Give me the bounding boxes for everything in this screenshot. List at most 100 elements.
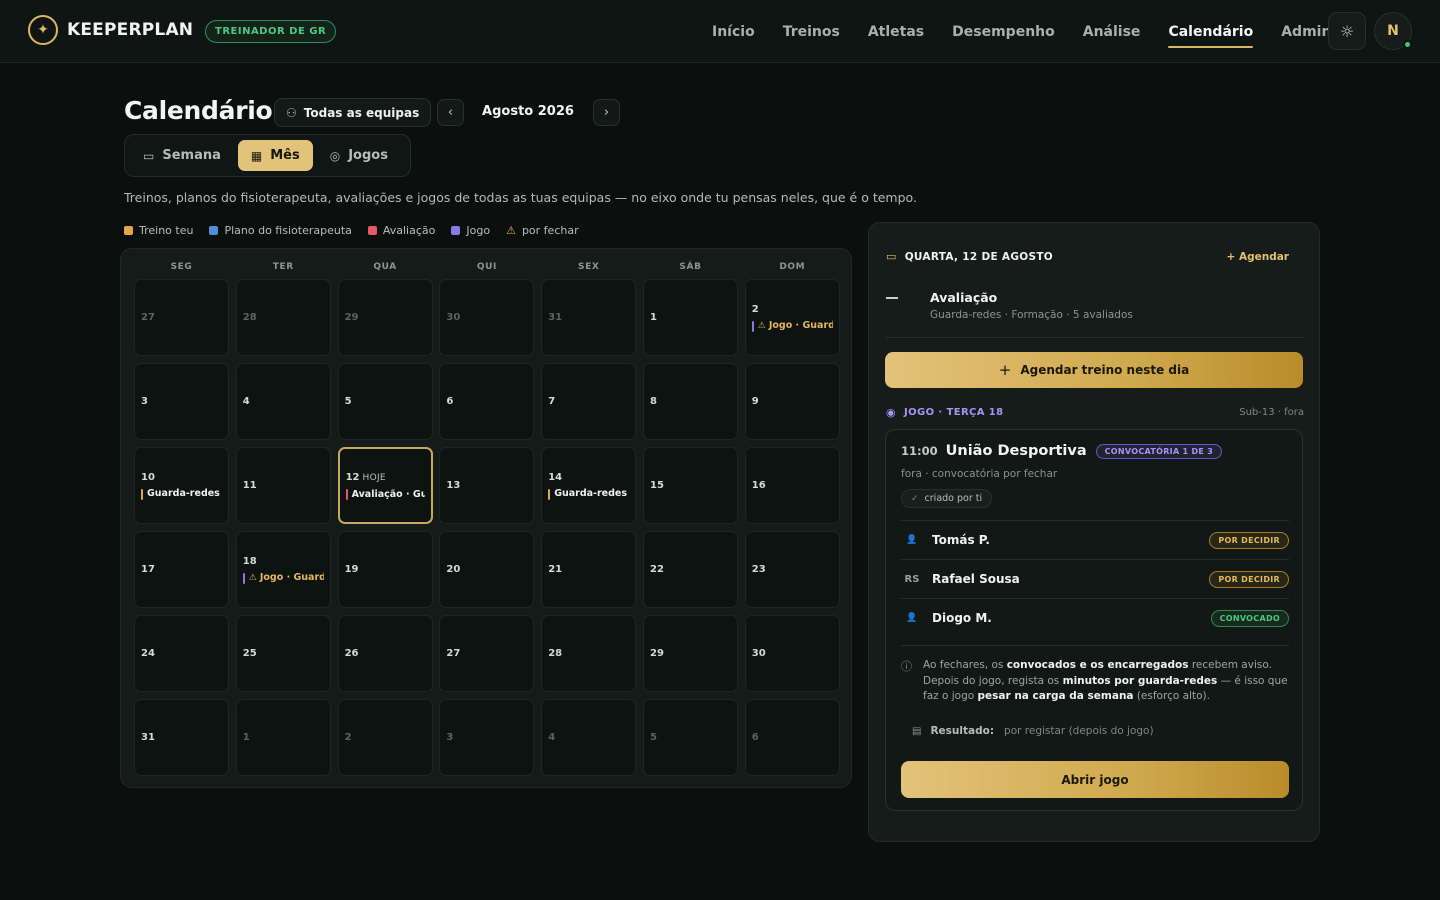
open-game-button[interactable]: Abrir jogo bbox=[901, 761, 1289, 798]
day-number: 5 bbox=[345, 395, 426, 408]
next-month-button[interactable]: › bbox=[593, 99, 620, 126]
calendar-day[interactable]: 4 bbox=[235, 363, 331, 440]
calendar-event-chip[interactable]: Guarda-redes · Sub-13 bbox=[141, 488, 222, 500]
calendar-event-chip[interactable]: ⚠Jogo · Guarda-redes bbox=[751, 320, 833, 332]
role-badge: TREINADOR DE GR bbox=[205, 20, 337, 43]
calendar-day[interactable]: 14 Guarda-redes · Sub-13 bbox=[541, 447, 637, 524]
weekday-label: QUI bbox=[476, 262, 497, 272]
day-number-value: 28 bbox=[242, 312, 257, 323]
game-result: ▤ Resultado: por registar (depois do jog… bbox=[912, 725, 1154, 737]
calendar-day[interactable]: 11 bbox=[235, 447, 331, 524]
calendar-day[interactable]: 30 bbox=[439, 279, 535, 356]
calendar-day[interactable]: 29 bbox=[642, 615, 738, 692]
calendar-day[interactable]: 22 bbox=[642, 531, 738, 608]
calendar-day[interactable]: 2 ⚠Jogo · Guarda-redes bbox=[744, 279, 840, 356]
game-section-label: ◉ JOGO · TERÇA 18 bbox=[886, 406, 1004, 419]
legend-swatch bbox=[451, 226, 461, 235]
calendar-day[interactable]: 31 bbox=[541, 279, 637, 356]
calendar-day[interactable]: 15 bbox=[642, 447, 738, 524]
prev-month-button[interactable]: ‹ bbox=[437, 99, 464, 126]
calendar-day[interactable]: 8 bbox=[642, 363, 738, 440]
calendar-day[interactable]: 20 bbox=[439, 531, 535, 608]
calendar-day[interactable]: 5 bbox=[642, 699, 738, 776]
calendar-icon: ▭ bbox=[886, 250, 897, 263]
calendar-day[interactable]: 10 Guarda-redes · Sub-13 bbox=[134, 447, 229, 524]
warning-icon: ⚠ bbox=[506, 224, 516, 237]
legend-item-pending: ⚠ por fechar bbox=[506, 224, 579, 237]
user-avatar[interactable]: N bbox=[1374, 12, 1412, 50]
view-week-button[interactable]: ▭ Semana bbox=[130, 140, 234, 171]
player-status-badge[interactable]: POR DECIDIR bbox=[1209, 531, 1289, 549]
day-event-item[interactable]: Avaliação Guarda-redes · Formação · 5 av… bbox=[886, 288, 1304, 338]
calendar-day[interactable]: 27 bbox=[134, 279, 229, 356]
info-part-bold: convocados e os encarregados bbox=[1006, 659, 1189, 671]
day-number: 31 bbox=[141, 731, 222, 744]
calendar-day[interactable]: 26 bbox=[337, 615, 433, 692]
calendar-day[interactable]: 17 bbox=[134, 531, 229, 608]
calendar-day[interactable]: 24 bbox=[134, 615, 229, 692]
calendar-event-chip[interactable]: Avaliação · Guarda-redes bbox=[345, 489, 425, 501]
day-number-value: 3 bbox=[141, 396, 148, 407]
calendar-day[interactable]: 3 bbox=[439, 699, 535, 776]
day-number: 4 bbox=[243, 395, 324, 408]
calendar-day[interactable]: 6 bbox=[439, 363, 535, 440]
day-number-value: 16 bbox=[751, 480, 766, 491]
calendar-day[interactable]: 30 bbox=[744, 615, 840, 692]
calendar-day[interactable]: 2 bbox=[337, 699, 433, 776]
calendar-event-chip[interactable]: ⚠Jogo · Guarda-redes bbox=[242, 572, 324, 584]
day-number: 3 bbox=[446, 731, 527, 744]
player-row[interactable]: 👤 Diogo M. CONVOCADO bbox=[901, 598, 1289, 637]
day-number: 21 bbox=[548, 563, 629, 576]
calendar-day[interactable]: 19 bbox=[337, 531, 433, 608]
calendar-day-today[interactable]: 12HOJE Avaliação · Guarda-redes bbox=[337, 447, 433, 524]
calendar-day[interactable]: 31 bbox=[134, 699, 229, 776]
calendar-day[interactable]: 23 bbox=[744, 531, 840, 608]
chevron-left-icon: ‹ bbox=[447, 105, 454, 120]
calendar-day[interactable]: 7 bbox=[541, 363, 637, 440]
nav-item-inicio[interactable]: Início bbox=[712, 24, 755, 40]
day-number: 27 bbox=[446, 647, 527, 660]
user-icon: 👤 bbox=[906, 613, 918, 623]
day-number-value: 27 bbox=[141, 312, 155, 323]
view-month-button[interactable]: ▦ Mês bbox=[237, 140, 313, 171]
player-status-badge[interactable]: CONVOCADO bbox=[1210, 609, 1289, 627]
calendar-day[interactable]: 25 bbox=[235, 615, 331, 692]
calendar-day[interactable]: 9 bbox=[744, 363, 840, 440]
theme-toggle-button[interactable]: ☼ bbox=[1328, 12, 1366, 50]
player-row[interactable]: 👤 Tomás P. POR DECIDIR bbox=[901, 520, 1289, 559]
nav-item-atletas[interactable]: Atletas bbox=[868, 24, 924, 40]
nav-item-analise[interactable]: Análise bbox=[1083, 24, 1141, 40]
calendar-day[interactable]: 29 bbox=[337, 279, 433, 356]
calendar-day[interactable]: 28 bbox=[541, 615, 637, 692]
calendar-day[interactable]: 27 bbox=[439, 615, 535, 692]
calendar-day[interactable]: 16 bbox=[744, 447, 840, 524]
calendar-day[interactable]: 18 ⚠Jogo · Guarda-redes bbox=[235, 531, 331, 608]
nav-item-desempenho[interactable]: Desempenho bbox=[952, 24, 1055, 40]
schedule-training-button[interactable]: + Agendar treino neste dia bbox=[885, 352, 1303, 388]
day-number-value: 2 bbox=[344, 732, 352, 743]
event-chip-label: Guarda-redes · Sub-13 bbox=[147, 488, 222, 499]
chevron-right-icon: › bbox=[603, 105, 610, 120]
nav-item-treinos[interactable]: Treinos bbox=[783, 24, 840, 40]
view-games-button[interactable]: ◎ Jogos bbox=[317, 140, 401, 171]
nav-item-admin[interactable]: Admin bbox=[1281, 24, 1331, 40]
nav-item-calendario[interactable]: Calendário bbox=[1168, 24, 1253, 48]
player-row[interactable]: RS Rafael Sousa POR DECIDIR bbox=[901, 559, 1289, 598]
calendar-day[interactable]: 4 bbox=[541, 699, 637, 776]
schedule-link[interactable]: + Agendar bbox=[1227, 251, 1289, 263]
player-status-badge[interactable]: POR DECIDIR bbox=[1209, 570, 1289, 588]
calendar-day[interactable]: 28 bbox=[235, 279, 331, 356]
calendar-day[interactable]: 5 bbox=[337, 363, 433, 440]
brand[interactable]: ✦ KEEPERPLAN bbox=[28, 15, 193, 45]
team-filter-button[interactable]: ⚇ Todas as equipas bbox=[274, 98, 432, 127]
warning-icon: ⚠ bbox=[248, 573, 257, 583]
calendar-day[interactable]: 6 bbox=[744, 699, 840, 776]
calendar-day[interactable]: 1 bbox=[235, 699, 331, 776]
calendar-day[interactable]: 1 bbox=[642, 279, 738, 356]
view-week-label: Semana bbox=[162, 148, 221, 163]
day-number: 28 bbox=[548, 647, 629, 660]
calendar-day[interactable]: 3 bbox=[134, 363, 229, 440]
calendar-day[interactable]: 21 bbox=[541, 531, 637, 608]
calendar-event-chip[interactable]: Guarda-redes · Sub-13 bbox=[548, 488, 629, 500]
calendar-day[interactable]: 13 bbox=[439, 447, 535, 524]
